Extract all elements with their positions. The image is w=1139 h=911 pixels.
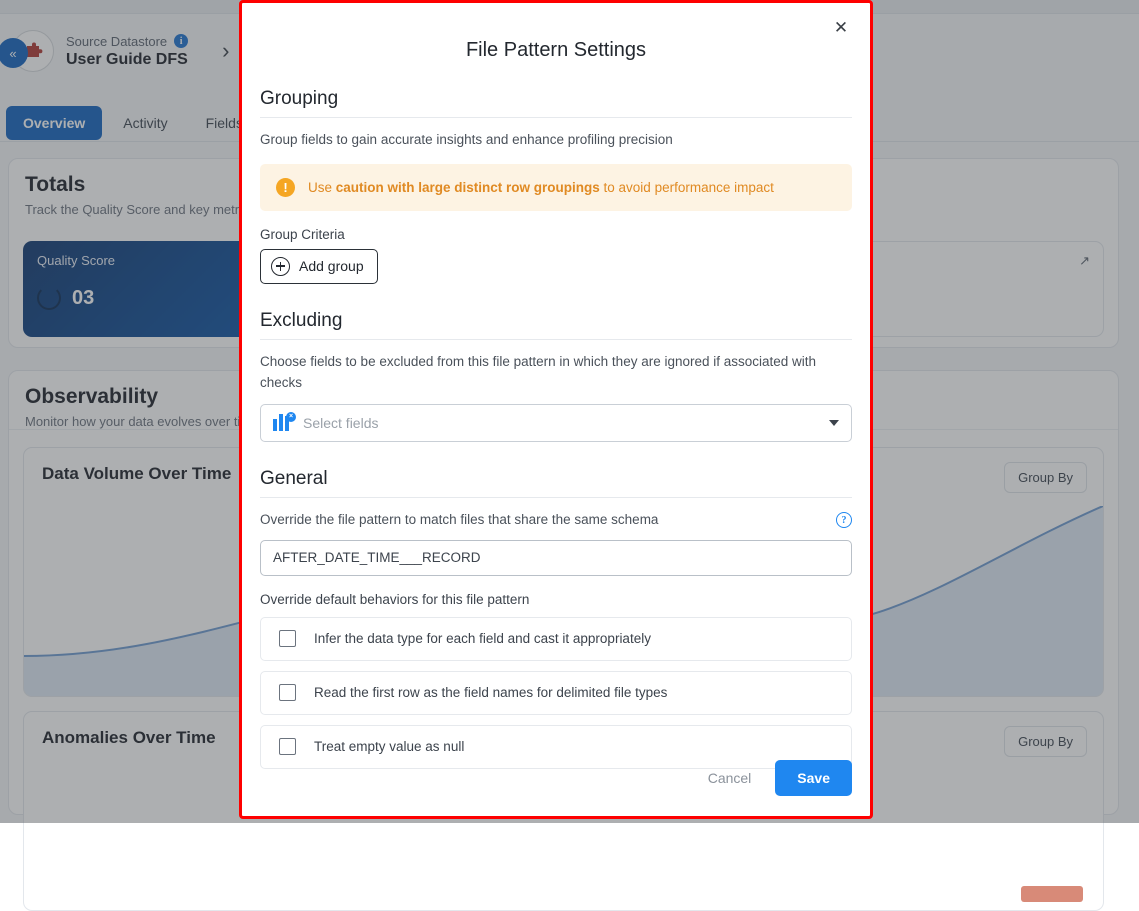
plus-circle-icon <box>271 257 290 276</box>
warning-text: Use caution with large distinct row grou… <box>308 180 774 195</box>
save-button[interactable]: Save <box>775 760 852 796</box>
exclude-columns-icon: × <box>273 414 292 431</box>
excluding-description: Choose fields to be excluded from this f… <box>260 352 852 394</box>
file-pattern-settings-dialog: ✕ File Pattern Settings Grouping Group f… <box>239 0 873 819</box>
section-divider <box>260 339 852 340</box>
exclamation-icon: ! <box>276 178 295 197</box>
anomaly-bar <box>1021 886 1083 902</box>
remove-badge-icon: × <box>286 412 296 422</box>
checkbox-label: Infer the data type for each field and c… <box>314 631 651 646</box>
close-icon[interactable]: ✕ <box>830 17 852 39</box>
add-group-button[interactable]: Add group <box>260 249 378 284</box>
override-pattern-label: Override the file pattern to match files… <box>260 510 658 531</box>
checkbox-infer-data-type[interactable] <box>279 630 296 647</box>
grouping-warning-banner: ! Use caution with large distinct row gr… <box>260 164 852 211</box>
group-criteria-label: Group Criteria <box>260 227 852 242</box>
exclude-fields-placeholder: Select fields <box>303 415 818 431</box>
dialog-title: File Pattern Settings <box>260 39 852 62</box>
section-divider <box>260 117 852 118</box>
help-icon[interactable]: ? <box>836 512 852 528</box>
grouping-section-heading: Grouping <box>260 88 852 117</box>
exclude-fields-select[interactable]: × Select fields <box>260 404 852 442</box>
checkbox-label: Read the first row as the field names fo… <box>314 685 667 700</box>
warning-suffix: to avoid performance impact <box>600 180 774 195</box>
override-behaviors-label: Override default behaviors for this file… <box>260 592 852 607</box>
dialog-footer: Cancel Save <box>698 760 852 796</box>
warning-emphasis: caution with large distinct row grouping… <box>336 180 600 195</box>
warning-prefix: Use <box>308 180 336 195</box>
checkbox-row-first-row-field-names[interactable]: Read the first row as the field names fo… <box>260 671 852 715</box>
file-pattern-input[interactable] <box>260 540 852 576</box>
chevron-down-icon[interactable] <box>829 420 839 426</box>
checkbox-empty-as-null[interactable] <box>279 738 296 755</box>
checkbox-first-row-field-names[interactable] <box>279 684 296 701</box>
cancel-button[interactable]: Cancel <box>698 762 762 794</box>
grouping-description: Group fields to gain accurate insights a… <box>260 130 852 151</box>
checkbox-row-infer-data-type[interactable]: Infer the data type for each field and c… <box>260 617 852 661</box>
excluding-section-heading: Excluding <box>260 310 852 339</box>
override-pattern-row: Override the file pattern to match files… <box>260 510 852 531</box>
add-group-label: Add group <box>299 258 364 274</box>
general-section-heading: General <box>260 468 852 497</box>
section-divider <box>260 497 852 498</box>
checkbox-label: Treat empty value as null <box>314 739 464 754</box>
